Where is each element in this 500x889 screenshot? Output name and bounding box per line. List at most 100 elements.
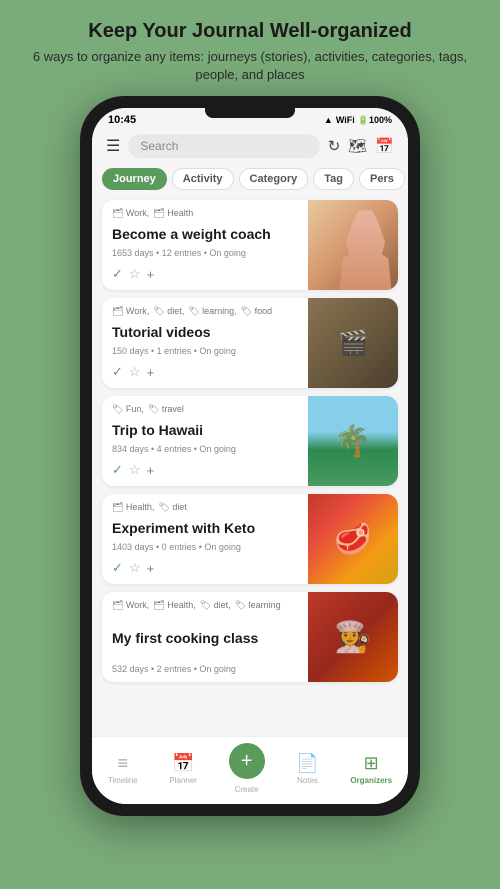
card-hawaii[interactable]: 🏷 Fun, 🏷 travel Trip to Hawaii 834 days …	[102, 396, 398, 486]
card-image-keto: 🥩	[308, 494, 398, 584]
star-icon[interactable]: ☆	[129, 560, 141, 576]
timeline-icon: ≡	[118, 753, 129, 774]
star-icon[interactable]: ☆	[129, 462, 141, 478]
filter-tabs: Journey Activity Category Tag Pers	[92, 164, 408, 196]
check-icon[interactable]: ✓	[112, 560, 123, 576]
card-tutorial-videos[interactable]: 🗂 Work, 🏷 diet, 🏷 learning, 🏷 food Tutor…	[102, 298, 398, 388]
filter-tab-activity[interactable]: Activity	[172, 168, 234, 190]
page-header: Keep Your Journal Well-organized 6 ways …	[0, 0, 500, 96]
nav-create-label: Create	[235, 785, 259, 794]
add-icon[interactable]: +	[147, 267, 155, 282]
tag-fun: 🏷 Fun,	[112, 404, 144, 415]
check-icon[interactable]: ✓	[112, 364, 123, 380]
add-icon[interactable]: +	[147, 463, 155, 478]
refresh-icon[interactable]: ↻	[328, 137, 341, 155]
phone-notch	[205, 108, 295, 118]
tag-work: 🗂 Work,	[112, 208, 149, 219]
filter-tab-tag[interactable]: Tag	[313, 168, 354, 190]
card-actions: ✓ ☆ +	[112, 560, 298, 576]
star-icon[interactable]: ☆	[129, 266, 141, 282]
card-meta: 834 days • 4 entries • On going	[112, 444, 298, 454]
card-content: 🗂 Health, 🏷 diet Experiment with Keto 14…	[102, 494, 308, 584]
filter-tab-category[interactable]: Category	[239, 168, 309, 190]
map-icon[interactable]: 🗺	[348, 137, 367, 155]
card-content: 🏷 Fun, 🏷 travel Trip to Hawaii 834 days …	[102, 396, 308, 486]
tag-diet: 🏷 diet	[158, 502, 186, 513]
check-icon[interactable]: ✓	[112, 462, 123, 478]
card-meta: 532 days • 2 entries • On going	[112, 664, 298, 674]
page-subtitle: 6 ways to organize any items: journeys (…	[20, 48, 480, 84]
tag-health: 🗂 Health	[153, 208, 193, 219]
nav-planner[interactable]: 📅 Planner	[169, 753, 197, 785]
tag-learning: 🏷 learning,	[188, 306, 236, 317]
tag-health: 🗂 Health,	[112, 502, 154, 513]
search-placeholder: Search	[140, 139, 178, 153]
keto-decoration: 🥩	[334, 522, 371, 557]
hawaii-decoration: 🌴	[334, 424, 371, 459]
filter-tab-pers[interactable]: Pers	[359, 168, 405, 190]
card-title: Become a weight coach	[112, 226, 298, 242]
organizers-icon: ⊞	[364, 753, 379, 774]
card-tags: 🗂 Work, 🏷 diet, 🏷 learning, 🏷 food	[112, 306, 298, 317]
card-title: Tutorial videos	[112, 324, 298, 340]
tag-work: 🗂 Work,	[112, 600, 149, 611]
nav-organizers[interactable]: ⊞ Organizers	[350, 753, 392, 785]
nav-organizers-label: Organizers	[350, 776, 392, 785]
tag-diet: 🏷 diet,	[200, 600, 231, 611]
cards-area: 🗂 Work, 🗂 Health Become a weight coach 1…	[92, 196, 408, 736]
card-cooking-class[interactable]: 🗂 Work, 🗂 Health, 🏷 diet, 🏷 learning My …	[102, 592, 398, 682]
page-title: Keep Your Journal Well-organized	[20, 18, 480, 44]
tag-food: 🏷 food	[241, 306, 272, 317]
tutorial-decoration: 🎬	[338, 329, 368, 358]
card-content: 🗂 Work, 🗂 Health Become a weight coach 1…	[102, 200, 308, 290]
nav-timeline[interactable]: ≡ Timeline	[108, 753, 138, 785]
create-button[interactable]: +	[229, 743, 265, 779]
nav-planner-label: Planner	[169, 776, 197, 785]
card-keto[interactable]: 🗂 Health, 🏷 diet Experiment with Keto 14…	[102, 494, 398, 584]
nav-notes[interactable]: 📄 Notes	[296, 753, 318, 785]
card-tags: 🗂 Health, 🏷 diet	[112, 502, 298, 513]
add-icon[interactable]: +	[147, 365, 155, 380]
notes-icon: 📄	[296, 753, 318, 774]
phone-frame: 10:45 ▲ WiFi 🔋100% ☰ Search ↻ 🗺 📅 Journe…	[80, 96, 420, 816]
nav-create[interactable]: + Create	[229, 743, 265, 794]
card-tags: 🗂 Work, 🗂 Health, 🏷 diet, 🏷 learning	[112, 600, 298, 611]
card-actions: ✓ ☆ +	[112, 266, 298, 282]
status-time: 10:45	[108, 114, 136, 126]
cooking-decoration: 👩‍🍳	[334, 620, 371, 655]
card-title: My first cooking class	[112, 630, 298, 646]
card-image-tutorial: 🎬	[308, 298, 398, 388]
wifi-icon: WiFi	[336, 115, 355, 125]
card-title: Experiment with Keto	[112, 520, 298, 536]
card-weight-coach[interactable]: 🗂 Work, 🗂 Health Become a weight coach 1…	[102, 200, 398, 290]
nav-timeline-label: Timeline	[108, 776, 138, 785]
tag-travel: 🏷 travel	[148, 404, 184, 415]
card-actions: ✓ ☆ +	[112, 364, 298, 380]
battery-icon: 🔋100%	[358, 115, 392, 126]
search-box[interactable]: Search	[128, 134, 319, 158]
signal-icon: ▲	[324, 115, 333, 125]
add-icon[interactable]: +	[147, 561, 155, 576]
star-icon[interactable]: ☆	[129, 364, 141, 380]
tag-learning: 🏷 learning	[235, 600, 281, 611]
card-content: 🗂 Work, 🏷 diet, 🏷 learning, 🏷 food Tutor…	[102, 298, 308, 388]
card-content: 🗂 Work, 🗂 Health, 🏷 diet, 🏷 learning My …	[102, 592, 308, 682]
filter-tab-journey[interactable]: Journey	[102, 168, 167, 190]
card-image-hawaii: 🌴	[308, 396, 398, 486]
tag-health: 🗂 Health,	[153, 600, 195, 611]
card-image-fitness	[308, 200, 398, 290]
check-icon[interactable]: ✓	[112, 266, 123, 282]
top-actions: ↻ 🗺 📅	[328, 137, 394, 155]
top-bar: ☰ Search ↻ 🗺 📅	[92, 128, 408, 164]
tag-work: 🗂 Work,	[112, 306, 149, 317]
fitness-silhouette	[333, 210, 398, 290]
card-actions: ✓ ☆ +	[112, 462, 298, 478]
card-title: Trip to Hawaii	[112, 422, 298, 438]
bottom-nav: ≡ Timeline 📅 Planner + Create 📄 Notes ⊞ …	[92, 736, 408, 804]
status-icons: ▲ WiFi 🔋100%	[324, 115, 392, 126]
card-tags: 🏷 Fun, 🏷 travel	[112, 404, 298, 415]
calendar-icon[interactable]: 📅	[375, 137, 394, 155]
phone-screen: 10:45 ▲ WiFi 🔋100% ☰ Search ↻ 🗺 📅 Journe…	[92, 108, 408, 804]
menu-icon[interactable]: ☰	[106, 136, 120, 156]
card-meta: 1403 days • 0 entries • On going	[112, 542, 298, 552]
